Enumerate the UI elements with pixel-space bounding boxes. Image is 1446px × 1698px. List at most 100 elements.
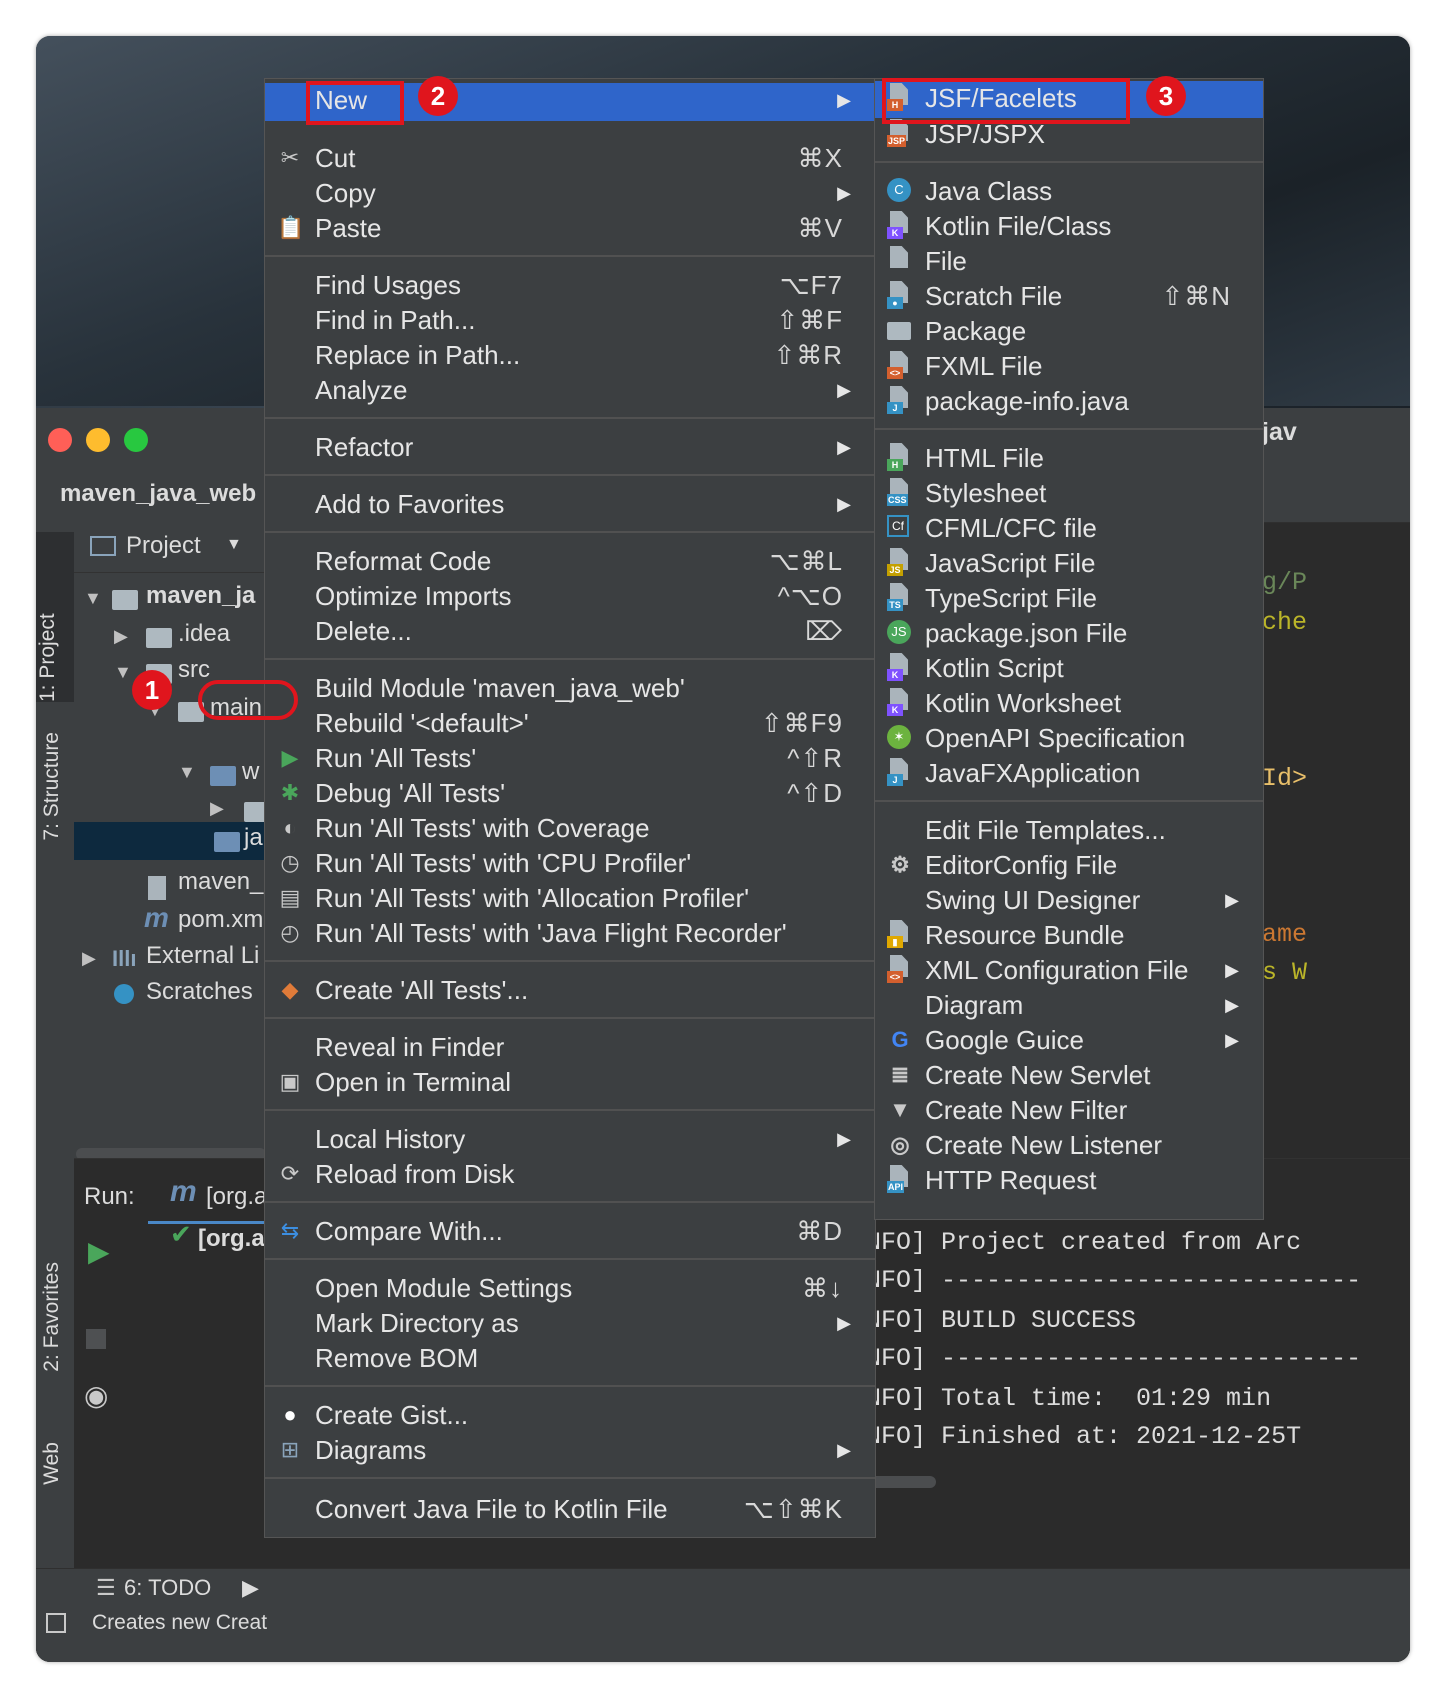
menu-item-compare-with[interactable]: ⇆ Compare With... ⌘D — [265, 1214, 875, 1249]
menu-item-remove-bom[interactable]: Remove BOM — [265, 1341, 875, 1376]
tree-idea-folder[interactable]: .idea — [178, 620, 230, 648]
submenu-item-create-new-filter[interactable]: ▼ Create New Filter — [875, 1093, 1263, 1128]
tab-favorites[interactable]: 2: Favorites — [40, 1262, 64, 1372]
minimize-window-button[interactable] — [86, 428, 110, 452]
expand-arrow-icon[interactable]: ▼ — [114, 662, 132, 683]
menu-item-run-cpu-profiler[interactable]: ◷ Run 'All Tests' with 'CPU Profiler' — [265, 846, 875, 881]
tree-src-folder[interactable]: src — [178, 656, 210, 684]
menu-item-refactor[interactable]: Refactor ▶ — [265, 430, 875, 465]
menu-item-cut[interactable]: ✂ Cut ⌘X — [265, 141, 875, 176]
submenu-item-package-info[interactable]: Jpackage-info.java — [875, 384, 1263, 419]
menu-item-add-to-favorites[interactable]: Add to Favorites ▶ — [265, 487, 875, 522]
collapsed-arrow-icon[interactable]: ▶ — [114, 626, 128, 647]
menu-item-rebuild[interactable]: Rebuild '<default>' ⇧⌘F9 — [265, 706, 875, 741]
menu-item-run-coverage[interactable]: ◐ Run 'All Tests' with Coverage — [265, 811, 875, 846]
menu-item-shortcut: ^⇧D — [787, 778, 843, 808]
run-tab[interactable]: [org.a — [206, 1183, 267, 1211]
submenu-item-package[interactable]: Package — [875, 314, 1263, 349]
menu-item-convert-to-kotlin[interactable]: Convert Java File to Kotlin File ⌥⇧⌘K — [265, 1492, 875, 1527]
resource-bundle-file-icon: ▮ — [887, 920, 911, 948]
menu-item-open-module-settings[interactable]: Open Module Settings ⌘↓ — [265, 1271, 875, 1306]
menu-item-run-all-tests[interactable]: ▶ Run 'All Tests' ^⇧R — [265, 741, 875, 776]
submenu-item-create-new-servlet[interactable]: ≣ Create New Servlet — [875, 1058, 1263, 1093]
submenu-item-google-guice[interactable]: G Google Guice ▶ — [875, 1023, 1263, 1058]
run-tool-icon[interactable]: ▶ — [242, 1575, 259, 1601]
tab-project[interactable]: 1: Project — [36, 532, 74, 702]
menu-item-delete[interactable]: Delete... ⌦ — [265, 614, 875, 649]
menu-item-create-all-tests[interactable]: ◆ Create 'All Tests'... — [265, 973, 875, 1008]
breadcrumb-project[interactable]: maven_java_web — [60, 480, 256, 508]
menu-item-local-history[interactable]: Local History ▶ — [265, 1122, 875, 1157]
submenu-item-create-new-listener[interactable]: ◎ Create New Listener — [875, 1128, 1263, 1163]
submenu-item-openapi-spec[interactable]: ✶ OpenAPI Specification — [875, 721, 1263, 756]
console-scrollbar[interactable] — [866, 1476, 936, 1488]
tree-scratches[interactable]: Scratches — [146, 978, 253, 1006]
submenu-item-swing-ui-designer[interactable]: Swing UI Designer ▶ — [875, 883, 1263, 918]
menu-item-mark-directory-as[interactable]: Mark Directory as ▶ — [265, 1306, 875, 1341]
submenu-item-javascript-file[interactable]: JS JavaScript File — [875, 546, 1263, 581]
expand-arrow-icon[interactable]: ▼ — [84, 588, 102, 609]
submenu-item-file[interactable]: File — [875, 244, 1263, 279]
menu-item-diagrams[interactable]: ⊞ Diagrams ▶ — [265, 1433, 875, 1468]
submenu-item-stylesheet[interactable]: CSS Stylesheet — [875, 476, 1263, 511]
tree-webapp-folder[interactable]: w — [242, 758, 259, 786]
menu-item-copy[interactable]: Copy ▶ — [265, 176, 875, 211]
menu-item-find-usages[interactable]: Find Usages ⌥F7 — [265, 268, 875, 303]
status-toggle-icon[interactable] — [46, 1613, 66, 1633]
menu-item-replace-in-path[interactable]: Replace in Path... ⇧⌘R — [265, 338, 875, 373]
close-window-button[interactable] — [48, 428, 72, 452]
menu-item-debug-all-tests[interactable]: ✱ Debug 'All Tests' ^⇧D — [265, 776, 875, 811]
menu-item-run-allocation-profiler[interactable]: ▤ Run 'All Tests' with 'Allocation Profil… — [265, 881, 875, 916]
submenu-item-kotlin-file[interactable]: K Kotlin File/Class — [875, 209, 1263, 244]
menu-item-paste[interactable]: 📋 Paste ⌘V — [265, 211, 875, 246]
project-view-selector[interactable]: Project — [126, 532, 201, 560]
check-icon: ✔ — [170, 1219, 192, 1249]
submenu-item-kotlin-worksheet[interactable]: K Kotlin Worksheet — [875, 686, 1263, 721]
run-tree-item[interactable]: [org.a — [198, 1225, 265, 1253]
submenu-item-typescript-file[interactable]: TS TypeScript File — [875, 581, 1263, 616]
submenu-item-http-request[interactable]: API HTTP Request — [875, 1163, 1263, 1198]
menu-item-reformat-code[interactable]: Reformat Code ⌥⌘L — [265, 544, 875, 579]
submenu-item-editorconfig-file[interactable]: ⚙ EditorConfig File — [875, 848, 1263, 883]
collapsed-arrow-icon[interactable]: ▶ — [82, 948, 96, 969]
submenu-item-xml-configuration-file[interactable]: <> XML Configuration File ▶ — [875, 953, 1263, 988]
submenu-item-html-file[interactable]: H HTML File — [875, 441, 1263, 476]
tree-external-libraries[interactable]: External Li — [146, 942, 259, 970]
tab-web[interactable]: Web — [40, 1442, 64, 1485]
menu-item-create-gist[interactable]: ● Create Gist... — [265, 1398, 875, 1433]
menu-item-reveal-in-finder[interactable]: Reveal in Finder — [265, 1030, 875, 1065]
submenu-item-package-json[interactable]: JS package.json File — [875, 616, 1263, 651]
submenu-item-fxml-file[interactable]: <> FXML File — [875, 349, 1263, 384]
menu-item-find-in-path[interactable]: Find in Path... ⇧⌘F — [265, 303, 875, 338]
submenu-item-diagram[interactable]: Diagram ▶ — [875, 988, 1263, 1023]
menu-item-analyze[interactable]: Analyze ▶ — [265, 373, 875, 408]
collapsed-arrow-icon[interactable]: ▶ — [210, 798, 224, 819]
menu-item-reload-from-disk[interactable]: ⟳ Reload from Disk — [265, 1157, 875, 1192]
console-line: NFO] ---------------------------- — [866, 1266, 1362, 1295]
submenu-item-scratch-file[interactable]: ● Scratch File ⇧⌘N — [875, 279, 1263, 314]
tab-structure[interactable]: 7: Structure — [40, 732, 64, 841]
zoom-window-button[interactable] — [124, 428, 148, 452]
todo-tab[interactable]: 6: TODO — [124, 1575, 211, 1601]
tree-root-module[interactable]: maven_ja — [146, 582, 255, 610]
tree-maven-file[interactable]: maven_ — [178, 868, 263, 896]
stop-icon[interactable] — [86, 1329, 106, 1349]
menu-item-run-flight-recorder[interactable]: ◴ Run 'All Tests' with 'Java Flight Recor… — [265, 916, 875, 951]
chevron-down-icon[interactable]: ▼ — [226, 536, 242, 554]
submenu-item-javafx-application[interactable]: J JavaFXApplication — [875, 756, 1263, 791]
menu-item-build-module[interactable]: Build Module 'maven_java_web' — [265, 671, 875, 706]
menu-item-shortcut: ⌥⌘L — [769, 546, 843, 576]
eye-icon[interactable]: ◉ — [84, 1379, 108, 1412]
submenu-item-edit-file-templates[interactable]: Edit File Templates... — [875, 813, 1263, 848]
menu-item-open-in-terminal[interactable]: ▣ Open in Terminal — [265, 1065, 875, 1100]
submenu-item-java-class[interactable]: C Java Class — [875, 174, 1263, 209]
rerun-icon[interactable]: ▶ — [88, 1235, 110, 1268]
submenu-item-resource-bundle[interactable]: ▮ Resource Bundle — [875, 918, 1263, 953]
tree-java-folder[interactable]: ja — [244, 824, 263, 852]
submenu-item-kotlin-script[interactable]: K Kotlin Script — [875, 651, 1263, 686]
menu-item-label: Cut — [315, 143, 356, 173]
tree-pom-file[interactable]: pom.xm — [178, 906, 263, 934]
menu-item-optimize-imports[interactable]: Optimize Imports ^⌥O — [265, 579, 875, 614]
submenu-item-cfml-file[interactable]: Cf CFML/CFC file — [875, 511, 1263, 546]
expand-arrow-icon[interactable]: ▼ — [178, 762, 196, 783]
